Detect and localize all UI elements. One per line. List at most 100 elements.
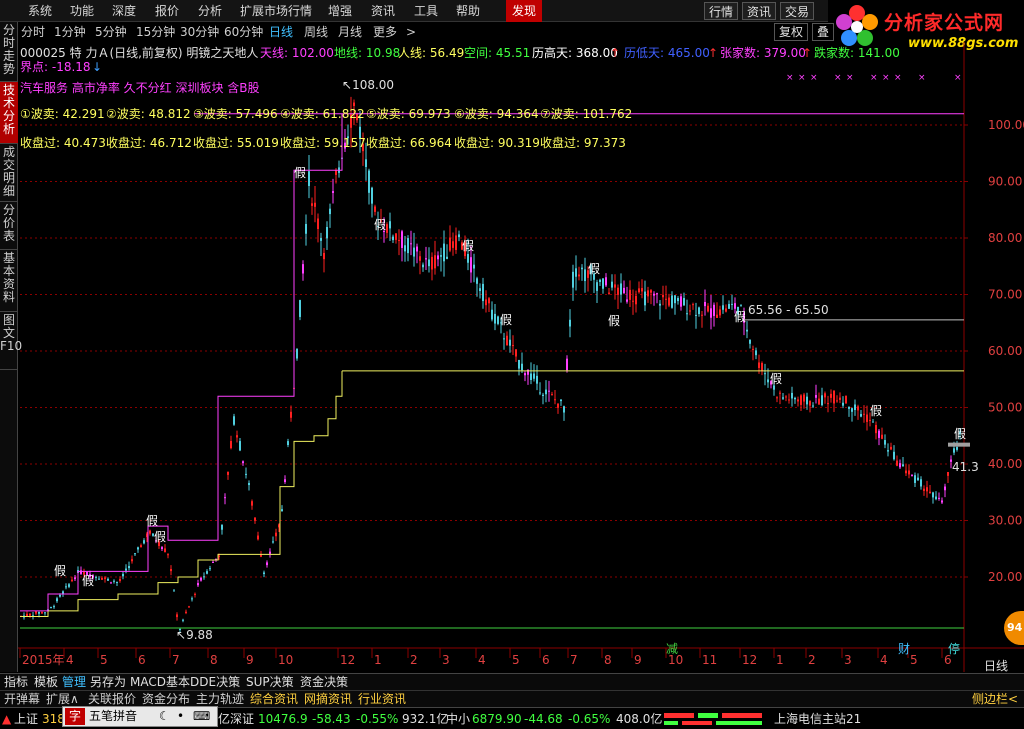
tab-template[interactable]: 模板: [34, 675, 58, 690]
sidebar-toggle[interactable]: 侧边栏<: [972, 692, 1018, 707]
period-more[interactable]: 更多: [373, 23, 397, 41]
ime-logo-icon[interactable]: 字: [65, 708, 85, 725]
toggle-danmaku[interactable]: 开弹幕: [4, 692, 40, 707]
kline-chart[interactable]: × × × × × × × × × × 100.00 90.00 80.00 70.00 60.00 50.…: [18, 42, 1024, 673]
tab-main-force[interactable]: 主力轨迹: [196, 692, 244, 707]
tab-macd[interactable]: MACD基本: [130, 675, 190, 690]
tab-general-news[interactable]: 综合资讯: [250, 692, 298, 707]
y-tick-label: 30.00: [988, 514, 1022, 528]
menu-function[interactable]: 功能: [70, 0, 94, 22]
period-30min[interactable]: 30分钟: [180, 23, 219, 41]
candle-body: [251, 501, 253, 506]
candle-body: [497, 316, 499, 324]
candle-body: [29, 613, 31, 616]
candle-body: [599, 279, 601, 282]
candle-body: [254, 517, 256, 521]
x-axis-period-label[interactable]: 日线: [984, 659, 1008, 673]
tab-funds[interactable]: 资金决策: [300, 675, 348, 690]
candle-body: [299, 300, 301, 317]
sz-change: -58.43: [312, 712, 351, 726]
menu-extended-market[interactable]: 扩展市场行情: [240, 0, 312, 22]
candle-body: [203, 576, 205, 578]
menu-tools[interactable]: 工具: [414, 0, 438, 22]
tab-manage[interactable]: 管理: [62, 675, 86, 690]
side-tab-price-table[interactable]: 分价表: [0, 202, 18, 250]
side-tab-intraday[interactable]: 分时走势: [0, 22, 18, 82]
overlay-button[interactable]: 叠: [812, 23, 835, 41]
tab-save-as[interactable]: 另存为: [90, 675, 126, 690]
menu-discover[interactable]: 发现: [506, 0, 543, 22]
menu-enhance[interactable]: 增强: [328, 0, 352, 22]
tab-related-quotes[interactable]: 关联报价: [88, 692, 136, 707]
tab-indicator[interactable]: 指标: [4, 675, 28, 690]
period-5min[interactable]: 5分钟: [95, 23, 127, 41]
candle-body: [758, 362, 760, 368]
tab-digest-news[interactable]: 网摘资讯: [304, 692, 352, 707]
candle-body: [911, 474, 913, 476]
candle-body: [689, 310, 691, 312]
candle-body: [863, 413, 865, 415]
sz-amount: 932.1亿: [402, 712, 449, 726]
candle-body: [56, 598, 58, 602]
candle-body: [629, 289, 631, 300]
period-weekly[interactable]: 周线: [304, 23, 328, 41]
tab-sup[interactable]: SUP决策: [246, 675, 294, 690]
ime-toolbar[interactable]: 字 五笔拼音 ☾ • ⌨: [62, 706, 218, 727]
candle-body: [650, 290, 652, 293]
restore-rights-button[interactable]: 复权: [774, 23, 809, 41]
menu-system[interactable]: 系统: [28, 0, 52, 22]
candle-body: [269, 551, 271, 554]
side-tab-technical[interactable]: 技术分析: [0, 82, 18, 144]
trade-button[interactable]: 交易: [780, 2, 815, 20]
candle-body: [938, 497, 940, 499]
dot-icon[interactable]: •: [177, 708, 184, 725]
candle-body: [473, 264, 475, 269]
server-name[interactable]: 上海电信主站21: [774, 711, 861, 727]
candle-body: [896, 460, 898, 466]
tab-dde[interactable]: DDE决策: [190, 675, 240, 690]
candle-body: [212, 561, 214, 563]
candle-body: [227, 471, 229, 475]
candle-body: [884, 440, 886, 445]
candle-body: [374, 206, 376, 212]
moon-icon[interactable]: ☾: [159, 708, 170, 725]
close-above-4: 收盘过: 59.157: [280, 136, 366, 150]
side-tab-f10[interactable]: 图文F10: [0, 312, 22, 370]
candle-body: [239, 441, 241, 451]
period-1min[interactable]: 1分钟: [54, 23, 86, 41]
menu-news[interactable]: 资讯: [371, 0, 395, 22]
tab-industry-news[interactable]: 行业资讯: [358, 692, 406, 707]
candle-body: [659, 303, 661, 306]
fake-marker: 假: [54, 564, 67, 578]
menu-help[interactable]: 帮助: [456, 0, 480, 22]
tab-funds-distribution[interactable]: 资金分布: [142, 692, 190, 707]
period-daily[interactable]: 日线: [269, 23, 293, 41]
candle-body: [134, 553, 136, 555]
candle-body: [59, 594, 61, 597]
menu-quote[interactable]: 报价: [155, 0, 179, 22]
menu-analysis[interactable]: 分析: [198, 0, 222, 22]
side-tab-trades[interactable]: 成交明细: [0, 144, 18, 202]
fake-marker: 假: [154, 530, 167, 544]
event-marker-reduce[interactable]: 减: [666, 642, 678, 656]
event-marker-suspend[interactable]: 停: [948, 642, 960, 656]
menu-depth[interactable]: 深度: [112, 0, 136, 22]
period-monthly[interactable]: 月线: [338, 23, 362, 41]
candle-body: [197, 583, 199, 586]
candle-body: [947, 471, 949, 476]
candle-body: [926, 487, 928, 492]
keyboard-icon[interactable]: ⌨: [193, 708, 210, 725]
side-tabs: 分时走势 技术分析 成交明细 分价表 基本资料 图文F10: [0, 22, 22, 672]
candle-body: [539, 392, 541, 394]
ime-brand[interactable]: 五笔拼音: [89, 708, 137, 725]
period-intraday[interactable]: 分时: [21, 23, 45, 41]
market-button[interactable]: 行情: [704, 2, 739, 20]
period-next-arrow[interactable]: >: [406, 23, 416, 41]
candle-body: [653, 293, 655, 296]
news-button[interactable]: 资讯: [742, 2, 777, 20]
event-marker-finance[interactable]: 财: [898, 642, 910, 656]
period-60min[interactable]: 60分钟: [224, 23, 263, 41]
period-15min[interactable]: 15分钟: [136, 23, 175, 41]
expand-button[interactable]: 扩展∧: [46, 692, 79, 707]
side-tab-profile[interactable]: 基本资料: [0, 250, 18, 312]
